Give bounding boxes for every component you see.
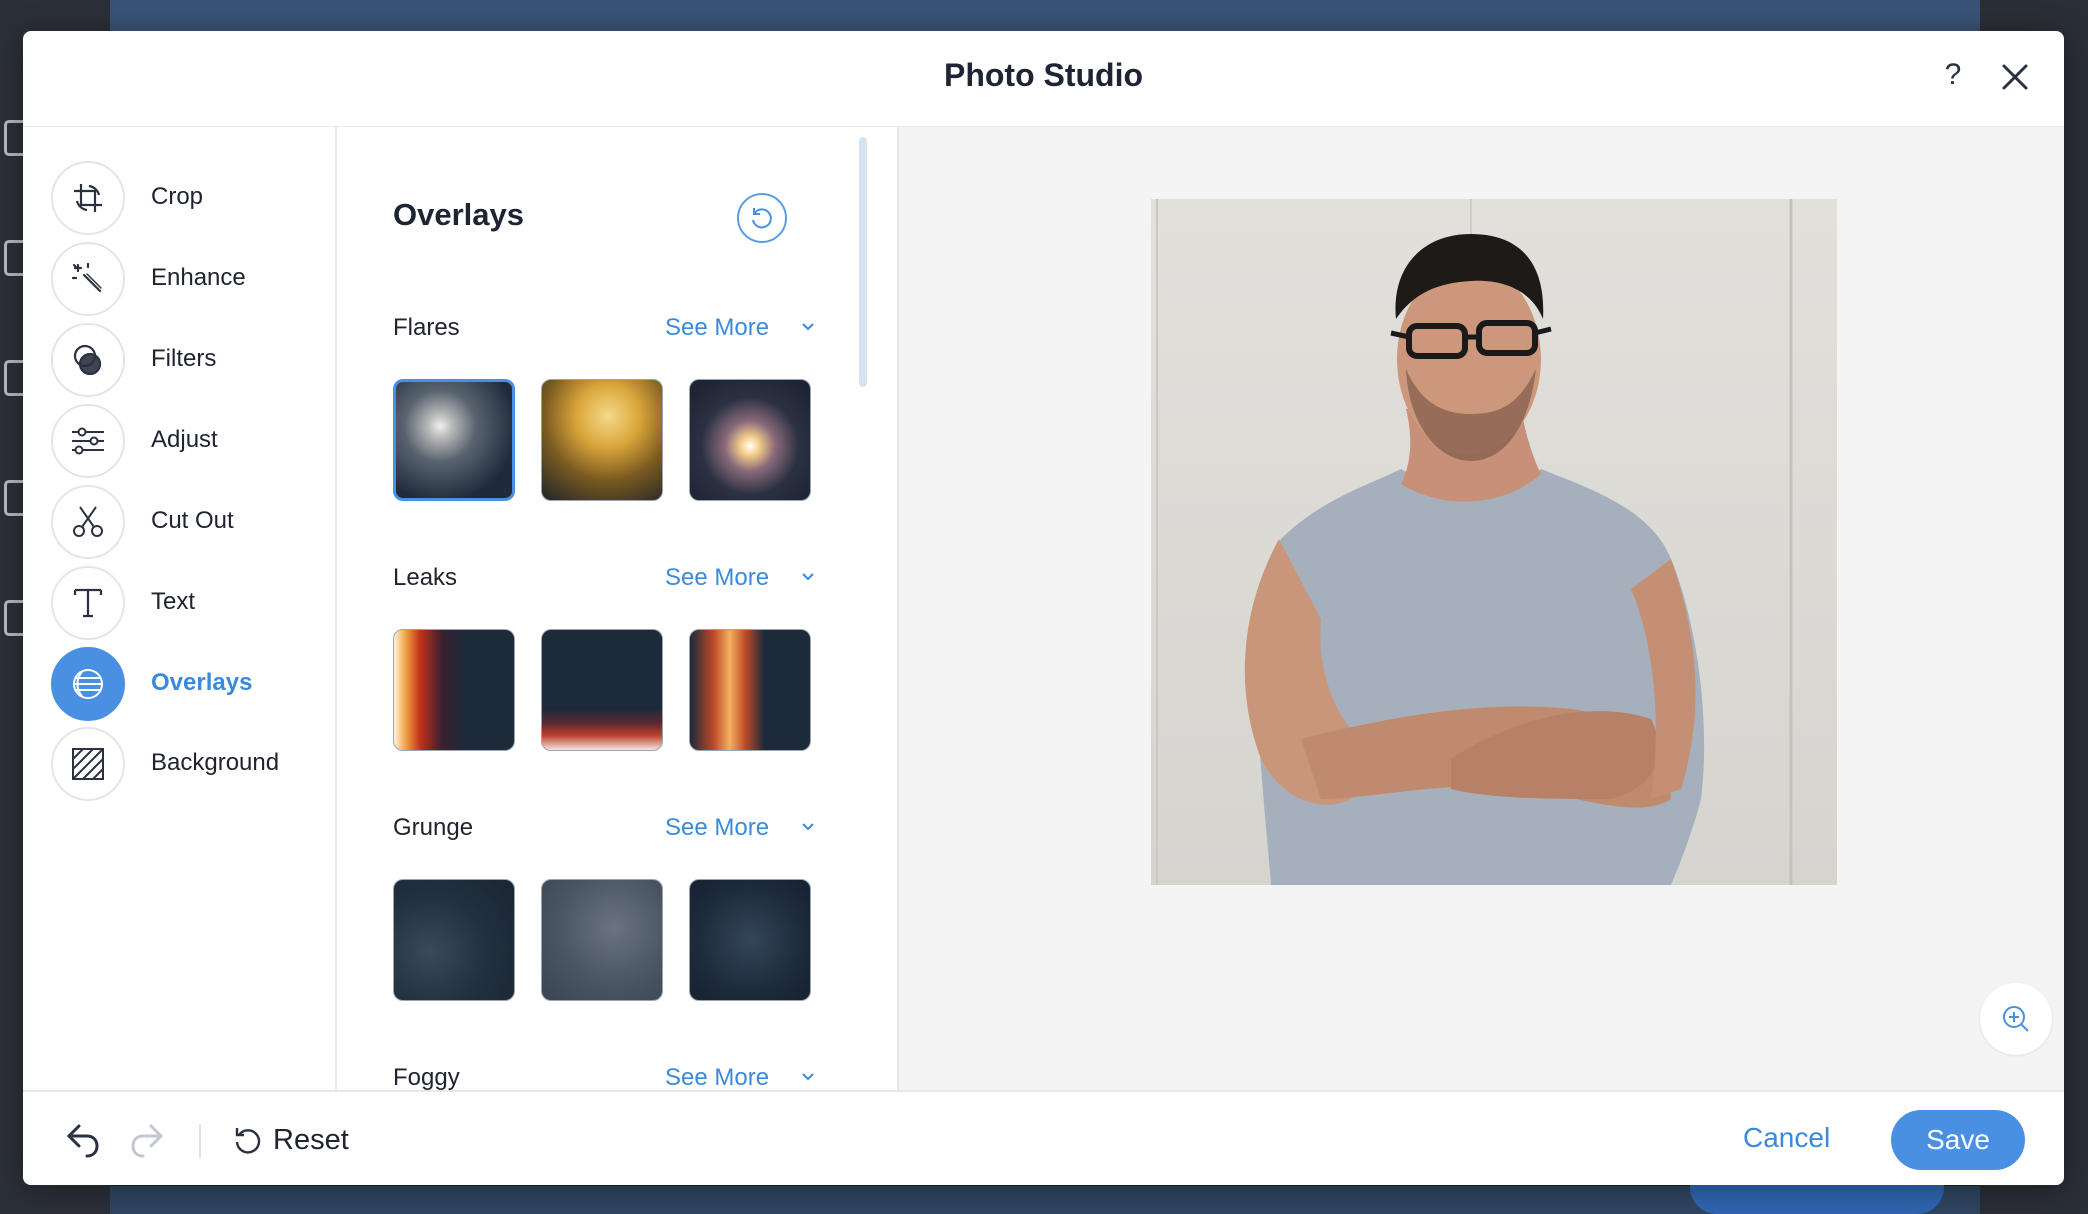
tool-sidebar: Crop Enhance Filters Adjust Cut Out Text… [23,127,337,1090]
tool-cut-out[interactable]: Cut Out [51,485,331,559]
overlay-thumb-grunge-1[interactable] [393,879,515,1001]
redo-icon [131,1124,164,1158]
see-more-flares[interactable]: See More [665,314,814,342]
dialog-header: Photo Studio ? [23,31,2064,127]
image-preview-area [899,127,2064,1091]
tool-cut-out-circle [51,485,125,559]
overlay-thumb-grunge-3[interactable] [689,879,811,1001]
see-more-label: See More [665,314,770,341]
tool-label: Filters [151,345,217,372]
reset-icon [752,208,772,229]
tool-overlays[interactable]: Overlays [51,647,331,721]
see-more-grunge[interactable]: See More [665,814,814,842]
overlay-thumb-leak-1[interactable] [393,629,515,751]
category-label-leaks: Leaks [393,564,458,591]
overlay-thumb-flare-2[interactable] [541,379,663,501]
tool-enhance[interactable]: Enhance [51,242,331,316]
category-label-flares: Flares [393,314,460,341]
tool-label: Crop [151,183,204,210]
see-more-label: See More [665,564,770,591]
overlays-panel: Overlays Flares See More Leaks See More … [337,127,899,1090]
zoom-in-icon [2003,1006,2029,1032]
save-button[interactable]: Save [1891,1110,2025,1170]
tool-label: Text [151,588,196,615]
tool-overlays-circle [51,647,125,721]
chevron-down-icon [802,573,814,581]
overlay-thumb-leak-3[interactable] [689,629,811,751]
category-label-foggy: Foggy [393,1064,460,1090]
tool-crop[interactable]: Crop [51,161,331,235]
undo-icon [66,1124,99,1158]
reset-overlay-button[interactable] [737,193,787,243]
crop-icon [74,184,102,212]
cancel-button[interactable]: Cancel [1743,1122,1830,1154]
reset-icon [235,1128,261,1154]
background-pattern-icon [72,748,104,780]
reset-button[interactable]: Reset [231,1118,349,1162]
overlay-thumb-flare-3[interactable] [689,379,811,501]
see-more-leaks[interactable]: See More [665,564,814,592]
close-icon [2002,64,2028,90]
tool-background-circle [51,727,125,801]
photo-studio-dialog: Photo Studio ? Crop Enhance Filters Adju… [23,31,2064,1185]
see-more-label: See More [665,1064,770,1090]
chevron-down-icon [802,823,814,831]
overlay-thumb-flare-1[interactable] [393,379,515,501]
portrait-image [1151,199,1837,885]
sliders-icon [72,427,104,455]
tool-label: Cut Out [151,507,234,534]
overlay-thumb-leak-2[interactable] [541,629,663,751]
tool-crop-circle [51,161,125,235]
text-icon [73,588,103,618]
panel-title: Overlays [393,197,524,232]
overlay-thumb-grunge-2[interactable] [541,879,663,1001]
reset-label: Reset [273,1123,349,1156]
tool-filters[interactable]: Filters [51,323,331,397]
background-app-topbar [110,0,1980,34]
tool-filters-circle [51,323,125,397]
filters-icon [73,344,102,376]
dialog-footer: Reset Cancel Save [23,1090,2064,1185]
tool-label: Background [151,749,280,776]
undo-button[interactable] [59,1118,103,1162]
help-button[interactable]: ? [1933,55,1973,95]
category-label-grunge: Grunge [393,814,474,841]
tool-adjust-circle [51,404,125,478]
tool-background[interactable]: Background [51,727,331,801]
overlays-icon [73,669,103,699]
zoom-button[interactable] [1980,983,2052,1055]
tool-label: Enhance [151,264,246,291]
tool-text-circle [51,566,125,640]
tool-label: Adjust [151,426,218,453]
magic-wand-icon [71,262,102,293]
chevron-down-icon [802,1073,814,1081]
panel-scrollbar[interactable] [859,137,867,387]
chevron-down-icon [802,323,814,331]
redo-button[interactable] [127,1118,171,1162]
tool-adjust[interactable]: Adjust [51,404,331,478]
see-more-label: See More [665,814,770,841]
tool-enhance-circle [51,242,125,316]
see-more-foggy[interactable]: See More [665,1064,814,1090]
toolbar-divider [199,1124,201,1158]
preview-photo [1151,199,1837,885]
scissors-icon [73,506,103,537]
dialog-title: Photo Studio [943,57,1144,93]
close-button[interactable] [1995,57,2035,97]
tool-label: Overlays [151,669,253,696]
tool-text[interactable]: Text [51,566,331,640]
